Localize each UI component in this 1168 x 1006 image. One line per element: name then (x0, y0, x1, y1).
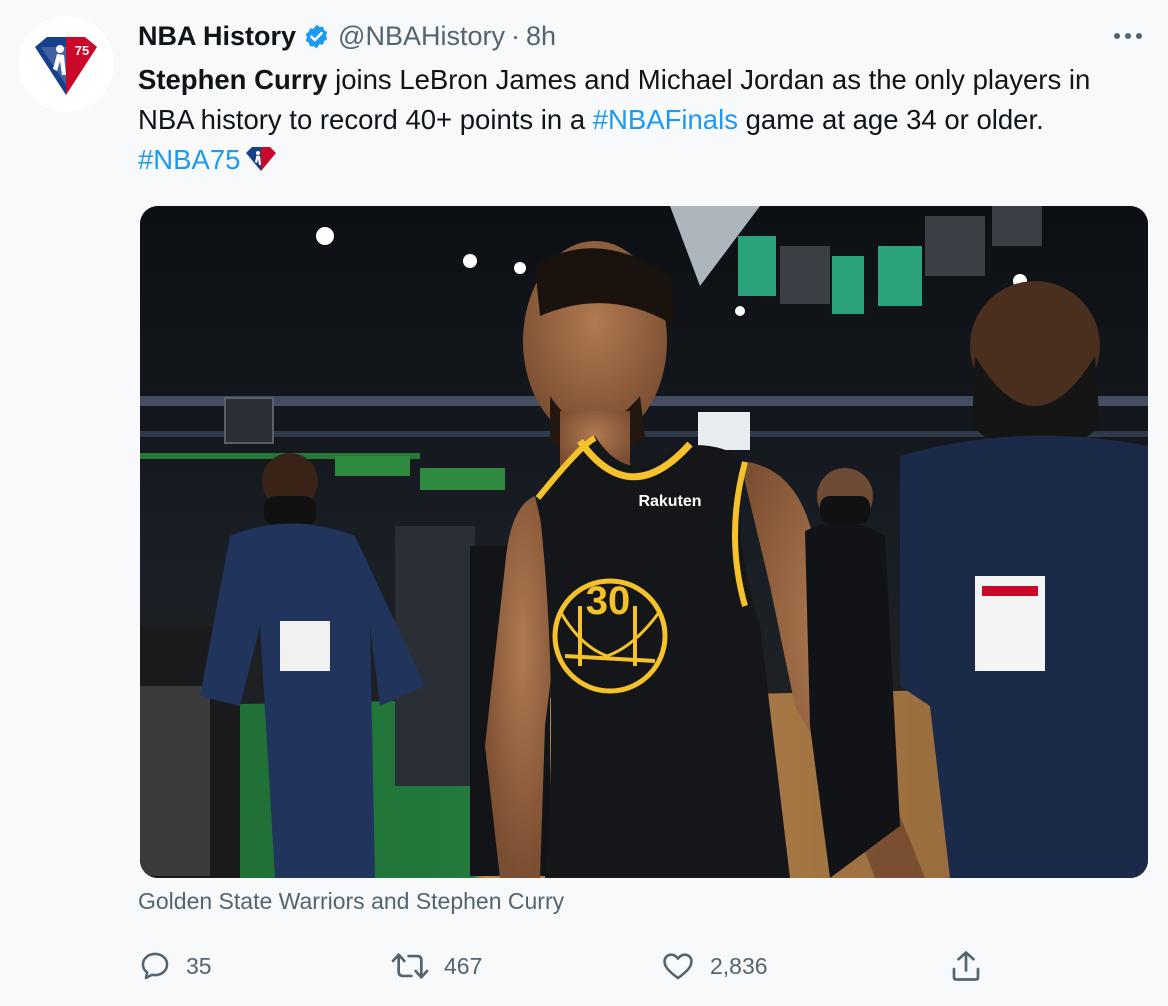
hashtag-nba75[interactable]: #NBA75 (138, 144, 240, 175)
avatar-logo-text: 75 (75, 43, 89, 58)
share-icon (952, 951, 980, 981)
retweet-count: 467 (444, 952, 483, 979)
tweet-header: NBA History @NBAHistory · 8h (138, 18, 556, 54)
hashtag-nbafinals[interactable]: #NBAFinals (593, 104, 738, 135)
tweet-text-bold: Stephen Curry (138, 64, 328, 95)
jersey-sponsor: Rakuten (638, 493, 701, 510)
photo-caption: Golden State Warriors and Stephen Curry (138, 888, 565, 914)
retweet-button[interactable]: 467 (390, 944, 482, 988)
retweet-icon (391, 953, 429, 979)
tweet-actions: 35 467 2,836 (138, 944, 998, 988)
share-button[interactable] (948, 944, 998, 988)
reply-icon (141, 952, 169, 980)
verified-badge-icon (303, 23, 330, 50)
display-name[interactable]: NBA History (138, 21, 296, 52)
nba75-hashflag-icon (244, 144, 278, 184)
more-icon (1114, 33, 1142, 39)
tweet-text: Stephen Curry joins LeBron James and Mic… (138, 60, 1148, 184)
reply-button[interactable]: 35 (138, 944, 212, 988)
like-button[interactable]: 2,836 (660, 944, 768, 988)
avatar[interactable]: 75 (18, 16, 114, 112)
separator-dot: · (510, 20, 520, 51)
tweet-photo[interactable]: 30 Rakuten (140, 206, 1148, 878)
tweet-text-part: game at age 34 or older. (737, 104, 1044, 135)
timestamp[interactable]: 8h (526, 21, 556, 52)
jersey-number: 30 (586, 579, 631, 623)
like-icon (663, 953, 693, 980)
reply-count: 35 (186, 952, 212, 979)
more-button[interactable] (1110, 22, 1146, 50)
like-count: 2,836 (710, 952, 768, 979)
nba75-logo-icon: 75 (35, 37, 97, 95)
handle[interactable]: @NBAHistory (338, 21, 505, 52)
